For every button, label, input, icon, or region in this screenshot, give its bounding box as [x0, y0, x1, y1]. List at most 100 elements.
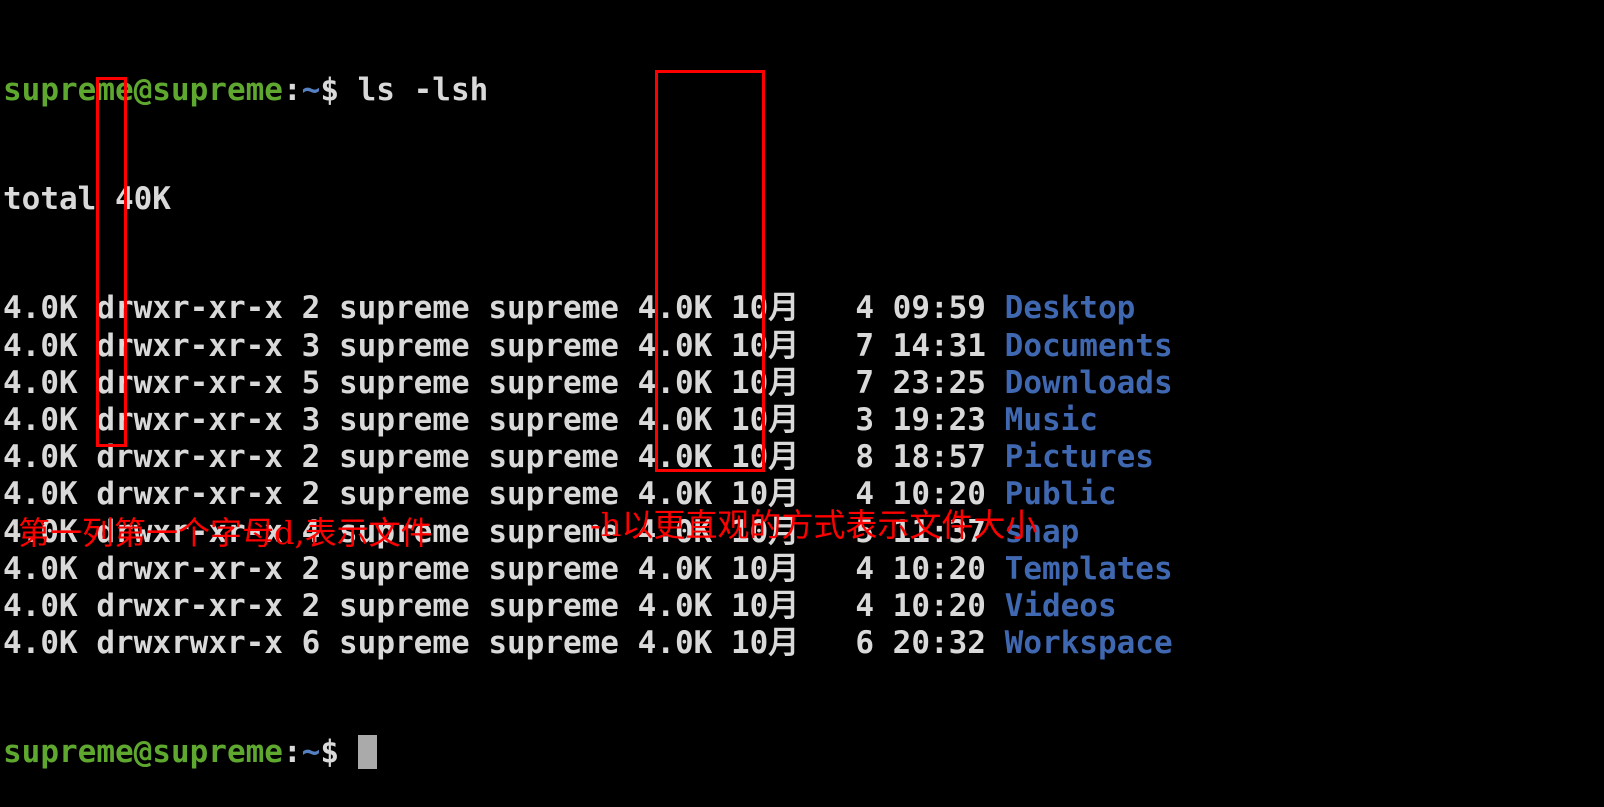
listing-row: 4.0K drwxr-xr-x 2 supreme supreme 4.0K 1… [3, 588, 1603, 625]
prompt-symbol: $ [320, 72, 339, 108]
link-count: 3 [301, 401, 321, 438]
annotation-h-flag: -h以更直观的方式表示文件大小 [590, 506, 1038, 544]
block-size: 4.0K [3, 625, 78, 662]
time: 20:32 [892, 625, 986, 662]
link-count: 5 [301, 364, 321, 401]
annotation-first-column: 第一列第一个字母d,表示文件 [18, 514, 433, 552]
file-name: Music [1004, 401, 1098, 438]
block-size: 4.0K [3, 439, 78, 476]
group: supreme [488, 439, 619, 476]
block-size: 4.0K [3, 401, 78, 438]
owner: supreme [339, 401, 470, 438]
listing-row: 4.0K drwxr-xr-x 3 supreme supreme 4.0K 1… [3, 328, 1603, 365]
file-name: Templates [1004, 550, 1173, 587]
day: 7 [855, 364, 874, 401]
day: 8 [855, 439, 874, 476]
owner: supreme [339, 625, 470, 662]
day: 3 [855, 401, 874, 438]
permissions: rwxr-xr-x [115, 290, 283, 327]
file-name: Pictures [1004, 439, 1154, 476]
file-type: d [96, 625, 115, 662]
link-count: 2 [301, 290, 321, 327]
listing-row: 4.0K drwxr-xr-x 2 supreme supreme 4.0K 1… [3, 290, 1603, 327]
permissions: rwxrwxr-x [115, 625, 283, 662]
permissions: rwxr-xr-x [115, 476, 283, 513]
day: 4 [855, 290, 874, 327]
group: supreme [488, 587, 619, 624]
link-count: 2 [301, 550, 321, 587]
day: 4 [855, 550, 874, 587]
listing-row: 4.0K drwxr-xr-x 3 supreme supreme 4.0K 1… [3, 402, 1603, 439]
file-name: Videos [1004, 587, 1117, 624]
time: 10:20 [892, 587, 986, 624]
command-text: ls -lsh [338, 72, 489, 108]
day: 7 [855, 327, 874, 364]
owner: supreme [339, 476, 470, 513]
group: supreme [488, 327, 619, 364]
time: 10:20 [892, 550, 986, 587]
time: 14:31 [892, 327, 986, 364]
listing-row: 4.0K drwxr-xr-x 2 supreme supreme 4.0K 1… [3, 551, 1603, 588]
time: 18:57 [892, 439, 986, 476]
file-type: d [96, 587, 115, 624]
file-type: d [96, 476, 115, 513]
file-name: Workspace [1004, 625, 1173, 662]
file-name: Downloads [1004, 364, 1173, 401]
command-line: supreme@supreme:~$ ls -lsh [3, 72, 1603, 109]
prompt-path: ~ [301, 734, 321, 771]
prompt-user-host: supreme@supreme [3, 734, 283, 771]
group: supreme [488, 550, 619, 587]
prompt-user-host: supreme@supreme [3, 72, 283, 108]
file-name: Documents [1004, 327, 1173, 364]
permissions: rwxr-xr-x [115, 550, 283, 587]
owner: supreme [339, 439, 470, 476]
total-line: total 40K [3, 181, 171, 218]
time: 23:25 [892, 364, 986, 401]
block-size: 4.0K [3, 550, 78, 587]
type-column-highlight-box [96, 77, 127, 447]
file-type: d [96, 550, 115, 587]
month: 10月 [730, 550, 800, 587]
month: 10月 [730, 587, 800, 624]
file-size: 4.0K [637, 625, 713, 662]
link-count: 2 [301, 476, 321, 513]
listing-row: 4.0K drwxr-xr-x 5 supreme supreme 4.0K 1… [3, 365, 1603, 402]
size-column-highlight-box [655, 70, 765, 472]
terminal-window[interactable]: supreme@supreme:~$ ls -lsh total 40K 4.0… [3, 0, 1603, 807]
group: supreme [488, 625, 619, 662]
permissions: rwxr-xr-x [115, 439, 283, 476]
file-name: Desktop [1004, 290, 1136, 327]
owner: supreme [339, 327, 470, 364]
permissions: rwxr-xr-x [115, 327, 283, 364]
final-prompt-line[interactable]: supreme@supreme:~$ [3, 734, 1603, 771]
block-size: 4.0K [3, 327, 78, 364]
owner: supreme [339, 587, 470, 624]
listing-row: 4.0K drwxr-xr-x 2 supreme supreme 4.0K 1… [3, 439, 1603, 476]
time: 19:23 [892, 401, 986, 438]
group: supreme [488, 401, 619, 438]
group: supreme [488, 290, 619, 327]
permissions: rwxr-xr-x [115, 401, 283, 438]
permissions: rwxr-xr-x [115, 587, 283, 624]
link-count: 2 [301, 587, 321, 624]
block-size: 4.0K [3, 587, 78, 624]
time: 09:59 [892, 290, 986, 327]
month: 10月 [730, 625, 800, 662]
owner: supreme [339, 364, 470, 401]
prompt-separator: : [282, 734, 302, 771]
owner: supreme [339, 290, 470, 327]
owner: supreme [339, 550, 470, 587]
prompt-path: ~ [301, 72, 321, 108]
permissions: rwxr-xr-x [115, 364, 283, 401]
text-cursor [357, 734, 377, 769]
day: 4 [855, 587, 874, 624]
file-size: 4.0K [637, 550, 713, 587]
link-count: 6 [301, 625, 321, 662]
link-count: 3 [301, 327, 321, 364]
prompt-symbol: $ [320, 734, 339, 771]
block-size: 4.0K [3, 476, 78, 513]
day: 6 [855, 625, 874, 662]
file-size: 4.0K [637, 587, 713, 624]
listing-row: 4.0K drwxrwxr-x 6 supreme supreme 4.0K 1… [3, 625, 1603, 662]
link-count: 2 [301, 439, 321, 476]
